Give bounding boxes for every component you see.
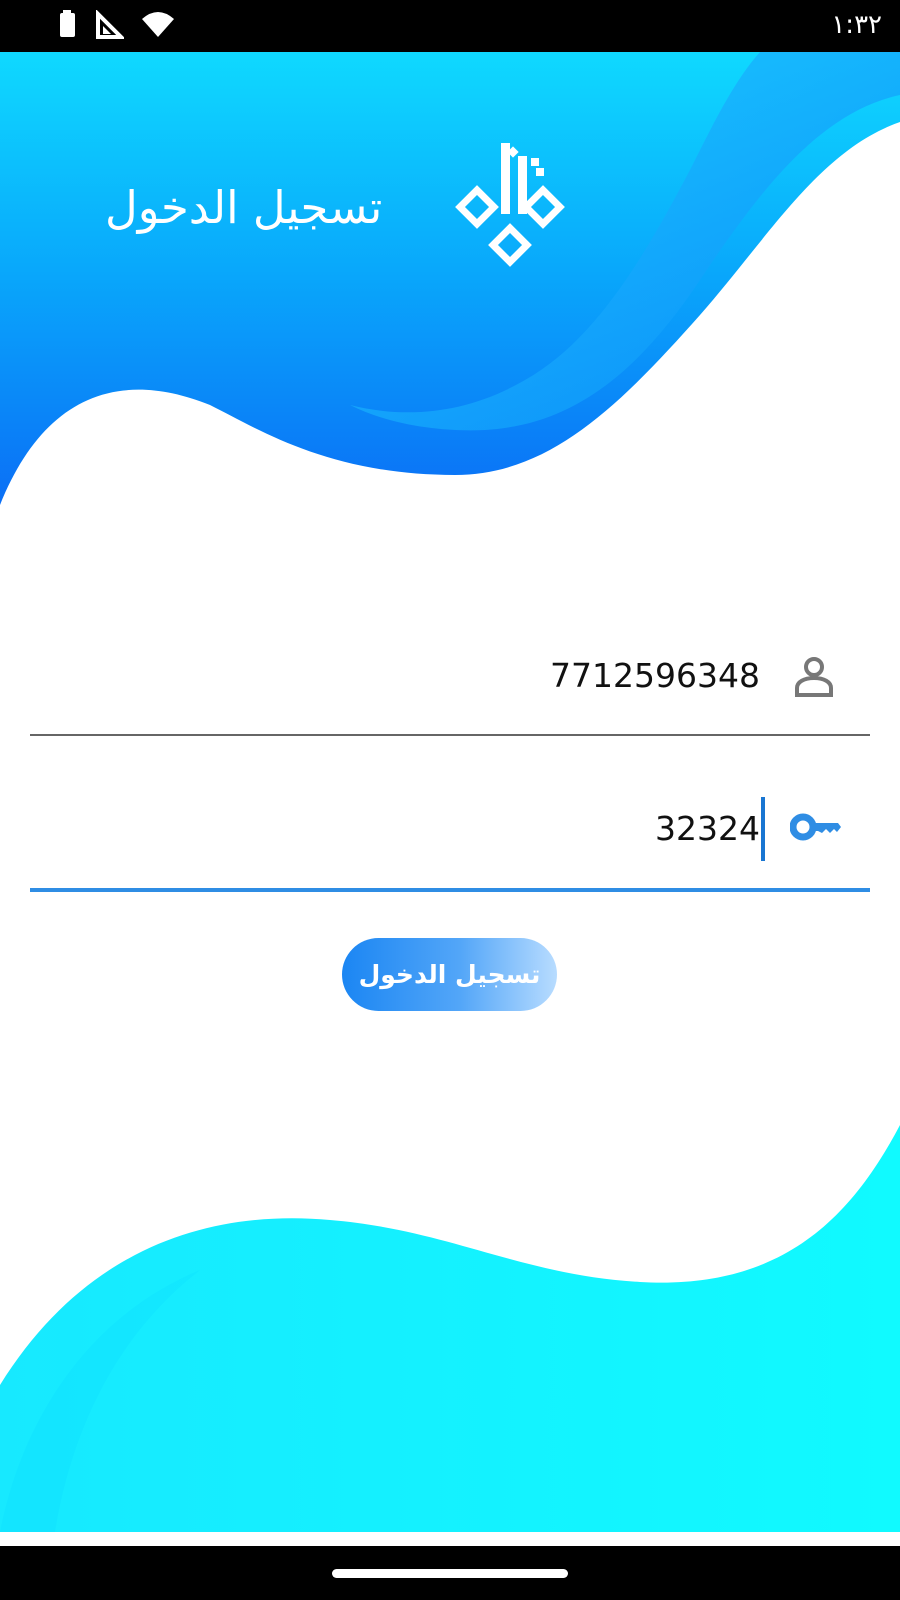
login-button[interactable]: تسجيل الدخول [342,938,557,1011]
wifi-icon [142,12,174,37]
password-input[interactable]: 32324 [655,807,760,851]
password-underline [30,888,870,892]
username-input[interactable]: 7712596348 [550,654,760,698]
person-icon [795,657,833,697]
username-underline [30,734,870,736]
text-cursor [761,797,765,861]
top-wave-decoration [0,52,900,505]
status-icons [58,10,176,40]
login-screen: ١:٣٢ تسجيل الدخول 7712596348 32324 تسجيل… [0,0,900,1600]
signal-icon [96,10,124,39]
password-field[interactable]: 32324 [30,785,870,892]
status-bar: ١:٣٢ [0,0,900,52]
battery-icon [60,10,75,37]
key-icon [790,813,841,841]
calligraphy-logo [455,143,565,267]
page-title: تسجيل الدخول [105,181,383,234]
status-time: ١:٣٢ [831,10,882,40]
home-handle[interactable] [332,1569,568,1578]
bottom-wave-decoration [0,1125,900,1532]
username-field[interactable]: 7712596348 [30,630,870,736]
